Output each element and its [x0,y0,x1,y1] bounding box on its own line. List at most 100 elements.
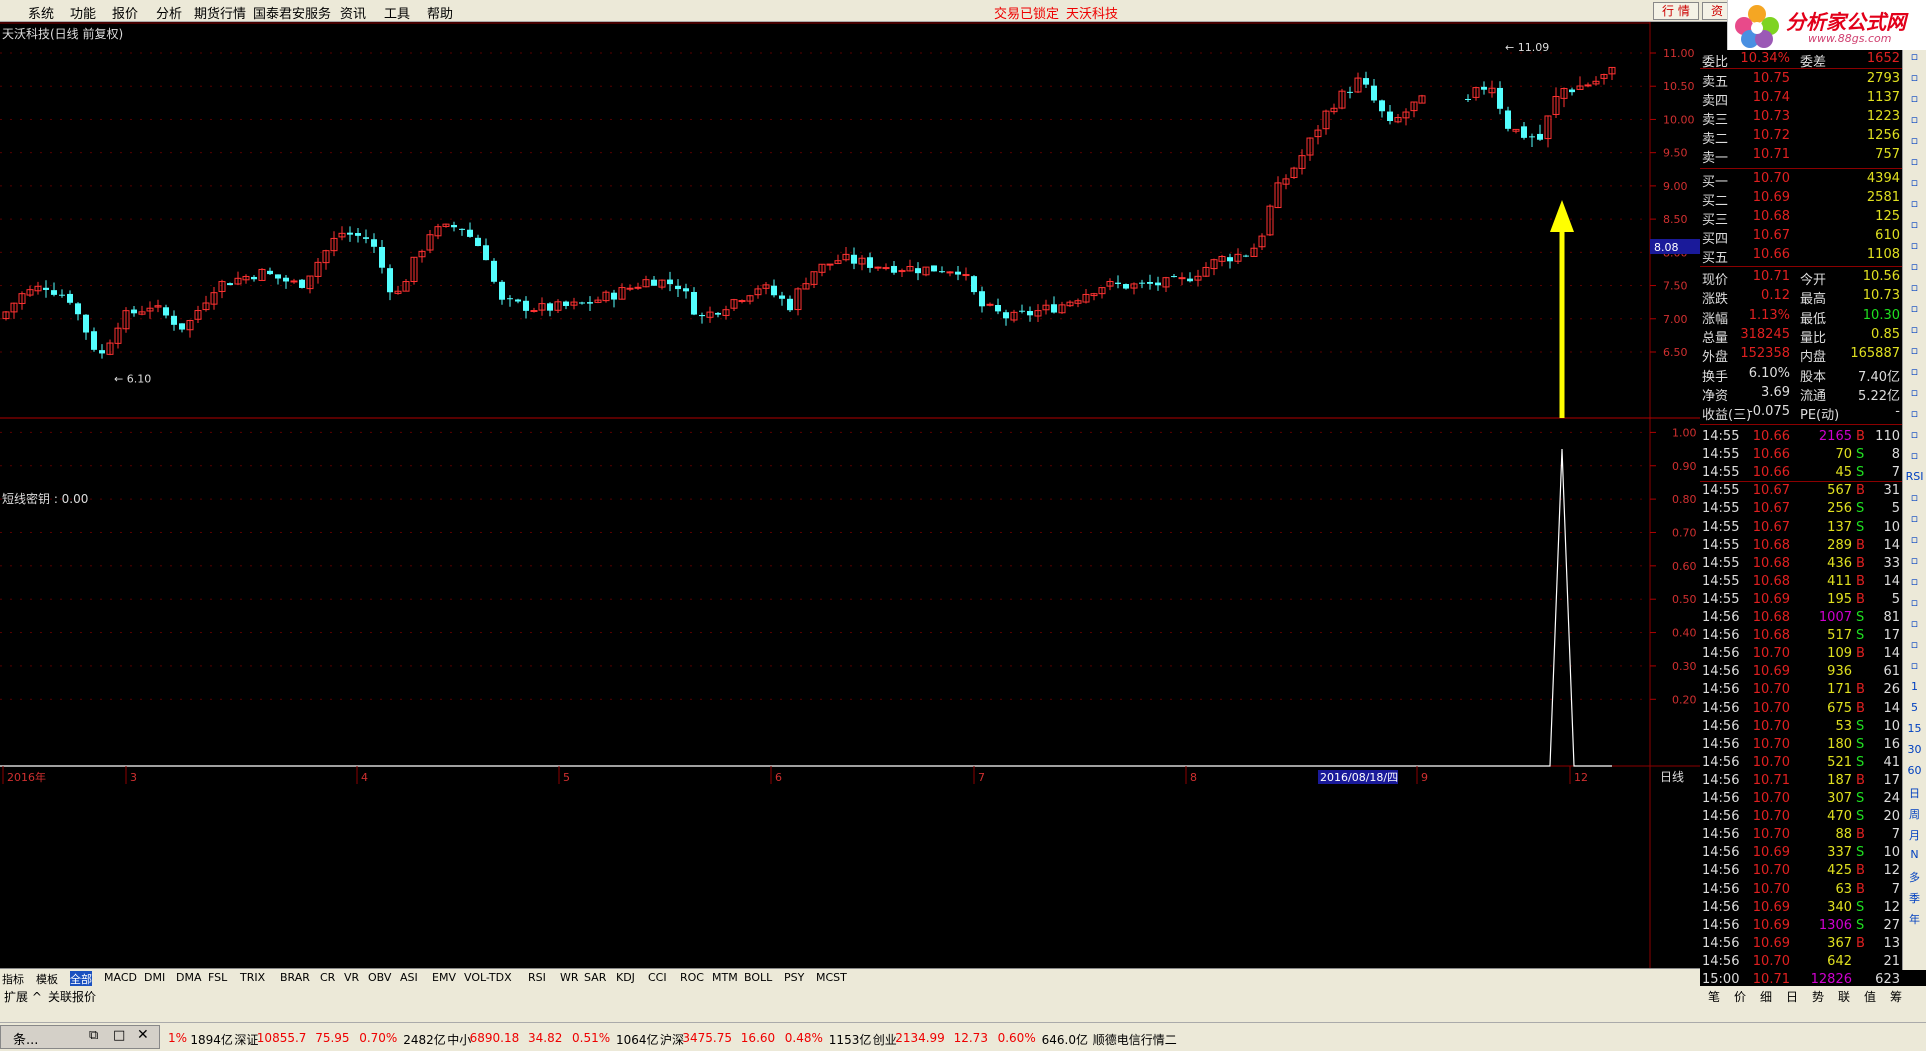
indicator-tab[interactable]: PSY [784,971,804,984]
menu-item-news[interactable]: 资讯 [340,3,366,22]
indicator-tab[interactable]: BRAR [280,971,310,984]
indicator-tab[interactable]: RSI [528,971,546,984]
menu-item-function[interactable]: 功能 [70,3,96,22]
toolbar-icon[interactable]: ▫ [1903,302,1926,323]
toolbar-icon[interactable]: 季 [1903,890,1926,911]
toolbar-icon[interactable]: 多 [1903,869,1926,890]
toolbar-icon[interactable]: ▫ [1903,638,1926,659]
toolbar-icon[interactable]: ▫ [1903,197,1926,218]
tick-time: 14:56 [1702,700,1740,716]
status-item: 1894亿 [190,1033,233,1047]
indicator-tab[interactable]: ASI [400,971,418,984]
toolbar-icon[interactable]: ▫ [1903,449,1926,470]
indicator-tab[interactable]: CR [320,971,335,984]
indicator-tab[interactable]: KDJ [616,971,635,984]
toolbar-icon[interactable]: ▫ [1903,260,1926,281]
toolbar-icon[interactable]: ▫ [1903,50,1926,71]
toolbar-icon[interactable]: ▫ [1903,176,1926,197]
quote-tab[interactable]: 势 [1812,988,1824,1005]
kline-chart[interactable]: 11.0010.5010.009.509.008.508.007.507.006… [0,22,1700,968]
menu-item-system[interactable]: 系统 [28,3,54,22]
indicator-tab[interactable]: 全部 [70,971,92,987]
indicator-tab[interactable]: 模板 [36,971,58,987]
toolbar-icon[interactable]: ▫ [1903,575,1926,596]
trade-lock-status[interactable]: 交易已锁定 [994,3,1059,22]
toolbar-icon[interactable]: ▫ [1903,239,1926,260]
quote-button[interactable]: 行 情 [1653,2,1699,20]
maximize-icon[interactable]: □ [113,1028,125,1043]
chart-area[interactable]: 11.0010.5010.009.509.008.508.007.507.006… [0,22,1700,970]
close-icon[interactable]: ✕ [137,1027,149,1043]
restore-icon[interactable]: ⧉ [89,1028,98,1043]
quote-tab[interactable]: 价 [1734,988,1746,1005]
indicator-tab[interactable]: 指标 [2,971,24,987]
toolbar-icon[interactable]: RSI [1903,470,1926,491]
toolbar-icon[interactable]: 15 [1903,722,1926,743]
toolbar-icon[interactable]: ▫ [1903,344,1926,365]
toolbar-icon[interactable]: ▫ [1903,596,1926,617]
indicator-tab[interactable]: BOLL [744,971,772,984]
toolbar-icon[interactable]: 日 [1903,785,1926,806]
indicator-tab[interactable]: MTM [712,971,738,984]
expand-tab[interactable]: 扩展 ^ [4,988,42,1005]
indicator-tab[interactable]: ROC [680,971,704,984]
indicator-tab[interactable]: EMV [432,971,456,984]
toolbar-icon[interactable]: 月 [1903,827,1926,848]
indicator-tab[interactable]: MCST [816,971,847,984]
quote-tab[interactable]: 筹 [1890,988,1902,1005]
indicator-tab[interactable]: DMI [144,971,165,984]
quote-tab[interactable]: 值 [1864,988,1876,1005]
indicator-tab[interactable]: CCI [648,971,667,984]
indicator-tab[interactable]: MACD [104,971,137,984]
toolbar-icon[interactable]: ▫ [1903,134,1926,155]
toolbar-icon[interactable]: 周 [1903,806,1926,827]
toolbar-icon[interactable]: ▫ [1903,155,1926,176]
toolbar-icon[interactable]: ▫ [1903,617,1926,638]
toolbar-icon[interactable]: 30 [1903,743,1926,764]
toolbar-icon[interactable]: ▫ [1903,533,1926,554]
toolbar-icon[interactable]: ▫ [1903,491,1926,512]
toolbar-icon[interactable]: ▫ [1903,71,1926,92]
buy-row: 买五 10.66 1108 [1700,246,1902,266]
menu-item-help[interactable]: 帮助 [427,3,453,22]
menu-item-tools[interactable]: 工具 [384,3,410,22]
menu-item-analysis[interactable]: 分析 [156,3,182,22]
menu-item-quote[interactable]: 报价 [112,3,138,22]
quote-tab[interactable]: 细 [1760,988,1772,1005]
toolbar-icon[interactable]: 年 [1903,911,1926,932]
toolbar-icon[interactable]: 5 [1903,701,1926,722]
candle-body [475,237,481,247]
toolbar-icon[interactable]: ▫ [1903,281,1926,302]
tick-volume: 53 [1835,718,1852,734]
toolbar-icon[interactable]: ▫ [1903,554,1926,575]
toolbar-icon[interactable]: ▫ [1903,512,1926,533]
toolbar-icon[interactable]: ▫ [1903,365,1926,386]
toolbar-icon[interactable]: ▫ [1903,113,1926,134]
toolbar-icon[interactable]: ▫ [1903,218,1926,239]
toolbar-icon[interactable]: ▫ [1903,92,1926,113]
toolbar-icon[interactable]: N [1903,848,1926,869]
window-label[interactable]: 条... [13,1029,38,1048]
stat-value: 7.40亿 [1858,369,1900,385]
toolbar-icon[interactable]: ▫ [1903,428,1926,449]
toolbar-icon[interactable]: ▫ [1903,386,1926,407]
quote-tab[interactable]: 联 [1838,988,1850,1005]
menu-item-gtja[interactable]: 国泰君安服务 [253,3,331,22]
indicator-tab[interactable]: DMA [176,971,202,984]
toolbar-icon[interactable]: ▫ [1903,323,1926,344]
toolbar-icon[interactable]: ▫ [1903,407,1926,428]
indicator-tab[interactable]: TRIX [240,971,265,984]
indicator-tab[interactable]: FSL [208,971,227,984]
toolbar-icon[interactable]: ▫ [1903,659,1926,680]
indicator-tab[interactable]: OBV [368,971,391,984]
quote-tab[interactable]: 笔 [1708,988,1720,1005]
menu-item-futures[interactable]: 期货行情 [194,3,246,22]
toolbar-icon[interactable]: 60 [1903,764,1926,785]
toolbar-icon[interactable]: 1 [1903,680,1926,701]
related-quote-tab[interactable]: 关联报价 [48,988,96,1005]
indicator-tab[interactable]: WR [560,971,579,984]
indicator-tab[interactable]: VR [344,971,359,984]
indicator-tab[interactable]: SAR [584,971,606,984]
indicator-tab[interactable]: VOL-TDX [464,971,512,984]
quote-tab[interactable]: 日 [1786,988,1798,1005]
